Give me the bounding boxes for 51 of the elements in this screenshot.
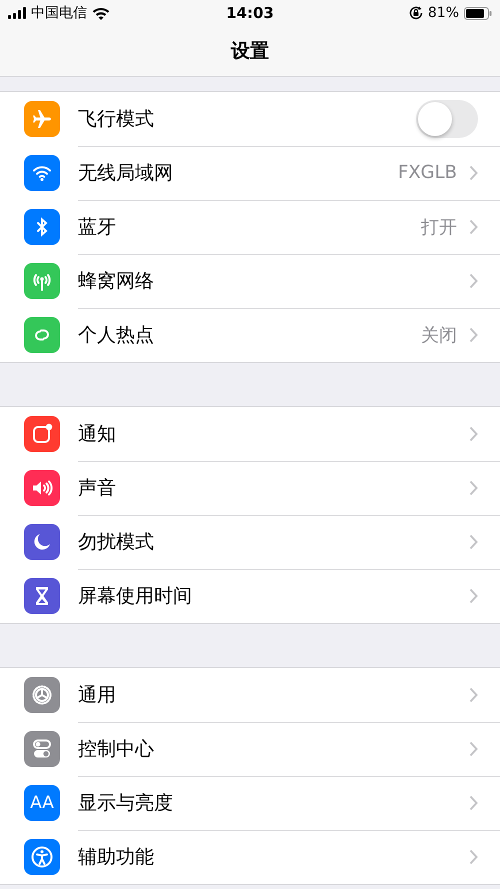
settings-row[interactable]: 通用 <box>0 668 500 722</box>
settings-row[interactable]: 飞行模式 <box>0 92 500 146</box>
text-size-icon: AA <box>24 785 60 821</box>
chevron-icon <box>469 272 478 288</box>
chevron-icon <box>469 218 478 234</box>
row-label: 辅助功能 <box>78 845 155 870</box>
settings-row[interactable]: 控制中心 <box>0 722 500 776</box>
screen-title: 设置 <box>231 39 269 64</box>
settings-row[interactable]: 声音 <box>0 461 500 515</box>
row-value: 打开 <box>421 216 457 238</box>
row-label: 显示与亮度 <box>78 790 174 816</box>
battery-icon <box>464 6 492 20</box>
row-label: 通用 <box>78 682 117 708</box>
rotation-lock-icon <box>408 6 423 20</box>
row-label: 蓝牙 <box>78 214 117 240</box>
settings-row[interactable]: 无线局域网 FXGLB <box>0 146 500 200</box>
row-label: 控制中心 <box>78 736 155 762</box>
row-value: FXGLB <box>398 162 457 183</box>
chevron-icon <box>469 480 478 496</box>
chevron-icon <box>469 740 478 756</box>
chevron-icon <box>469 686 478 702</box>
row-label: 飞行模式 <box>78 106 155 132</box>
chevron-icon <box>469 588 478 604</box>
row-label: 声音 <box>78 476 117 500</box>
toggle-switch[interactable] <box>416 100 478 138</box>
row-value: 关闭 <box>421 324 457 347</box>
settings-row[interactable]: 屏幕使用时间 <box>0 569 500 623</box>
settings-row[interactable]: 辅助功能 <box>0 830 500 884</box>
carrier-name: 中国电信 <box>31 4 87 22</box>
settings-row[interactable]: 蜂窝网络 <box>0 254 500 308</box>
row-label: 屏幕使用时间 <box>78 584 193 609</box>
settings-row[interactable]: AA 显示与亮度 <box>0 776 500 830</box>
wifi-icon <box>92 6 110 20</box>
chevron-icon <box>469 164 478 180</box>
chevron-icon <box>469 849 478 865</box>
battery-percentage: 81% <box>428 5 459 21</box>
chevron-icon <box>469 534 478 550</box>
settings-row[interactable]: 通知 <box>0 407 500 461</box>
row-label: 个人热点 <box>78 323 155 348</box>
row-label: 勿扰模式 <box>78 530 155 554</box>
settings-row[interactable]: 个人热点 关闭 <box>0 308 500 362</box>
settings-row[interactable]: 蓝牙 打开 <box>0 200 500 254</box>
row-label: 蜂窝网络 <box>78 268 155 294</box>
clock-time: 14:03 <box>226 4 274 22</box>
chevron-icon <box>469 327 478 343</box>
settings-row[interactable]: 勿扰模式 <box>0 515 500 569</box>
chevron-icon <box>469 794 478 810</box>
signal-icon <box>8 7 26 19</box>
row-label: 通知 <box>78 422 117 446</box>
chevron-icon <box>469 426 478 442</box>
row-label: 无线局域网 <box>78 160 174 186</box>
